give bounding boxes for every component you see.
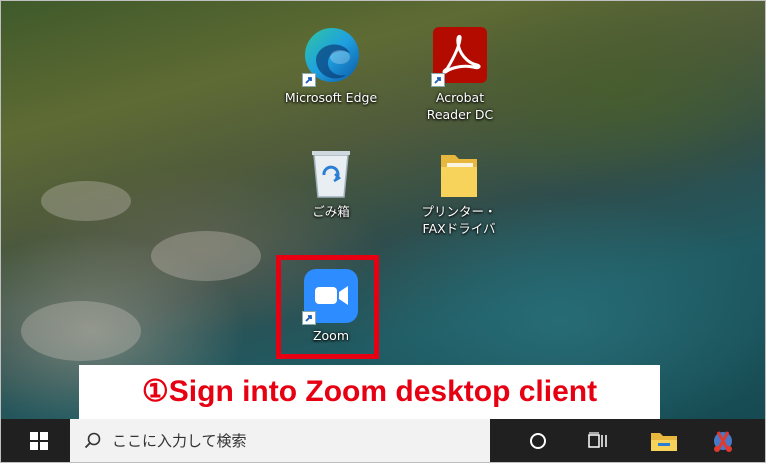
desktop-icon-label: Acrobat Reader DC <box>426 90 494 122</box>
start-button[interactable] <box>19 419 59 462</box>
instruction-caption: ①Sign into Zoom desktop client <box>79 365 660 419</box>
file-explorer-icon <box>651 432 677 451</box>
cortana-button[interactable] <box>521 419 555 462</box>
screenshot-frame: Microsoft Edge Acrobat Reader DC ごみ箱 プリン… <box>0 0 766 463</box>
rock-texture <box>41 181 131 221</box>
task-view-button[interactable] <box>581 419 615 462</box>
rock-texture <box>151 231 261 281</box>
cortana-icon <box>530 432 546 449</box>
recycle-bin-icon <box>306 145 356 201</box>
shortcut-arrow-icon <box>302 73 316 87</box>
desktop-icon-label: プリンター・FAXドライバ <box>421 204 497 236</box>
desktop-icon-label: ごみ箱 <box>312 204 350 219</box>
windows-start-icon <box>30 431 48 450</box>
desktop-icon-label: Microsoft Edge <box>284 90 378 105</box>
desktop-icon-microsoft-edge[interactable]: Microsoft Edge <box>283 25 379 106</box>
shortcut-arrow-icon <box>431 73 445 87</box>
snipping-tool-icon <box>714 430 732 452</box>
zoom-highlight-box <box>276 255 379 359</box>
desktop: Microsoft Edge Acrobat Reader DC ごみ箱 プリン… <box>1 1 765 419</box>
taskbar-search-box[interactable]: ここに入力して検索 <box>70 419 490 462</box>
desktop-icon-printer-fax-folder[interactable]: プリンター・FAXドライバ <box>411 149 507 237</box>
search-icon <box>84 432 101 448</box>
acrobat-icon <box>431 25 489 87</box>
rock-texture <box>21 301 141 361</box>
folder-icon <box>437 149 481 201</box>
snipping-tool-button[interactable] <box>703 419 743 462</box>
desktop-icon-acrobat-reader[interactable]: Acrobat Reader DC <box>412 25 508 123</box>
search-placeholder: ここに入力して検索 <box>112 432 247 450</box>
file-explorer-button[interactable] <box>645 419 683 462</box>
task-view-icon <box>588 431 607 448</box>
desktop-icon-recycle-bin[interactable]: ごみ箱 <box>283 145 379 220</box>
taskbar: ここに入力して検索 <box>1 419 765 462</box>
edge-icon <box>302 25 360 87</box>
